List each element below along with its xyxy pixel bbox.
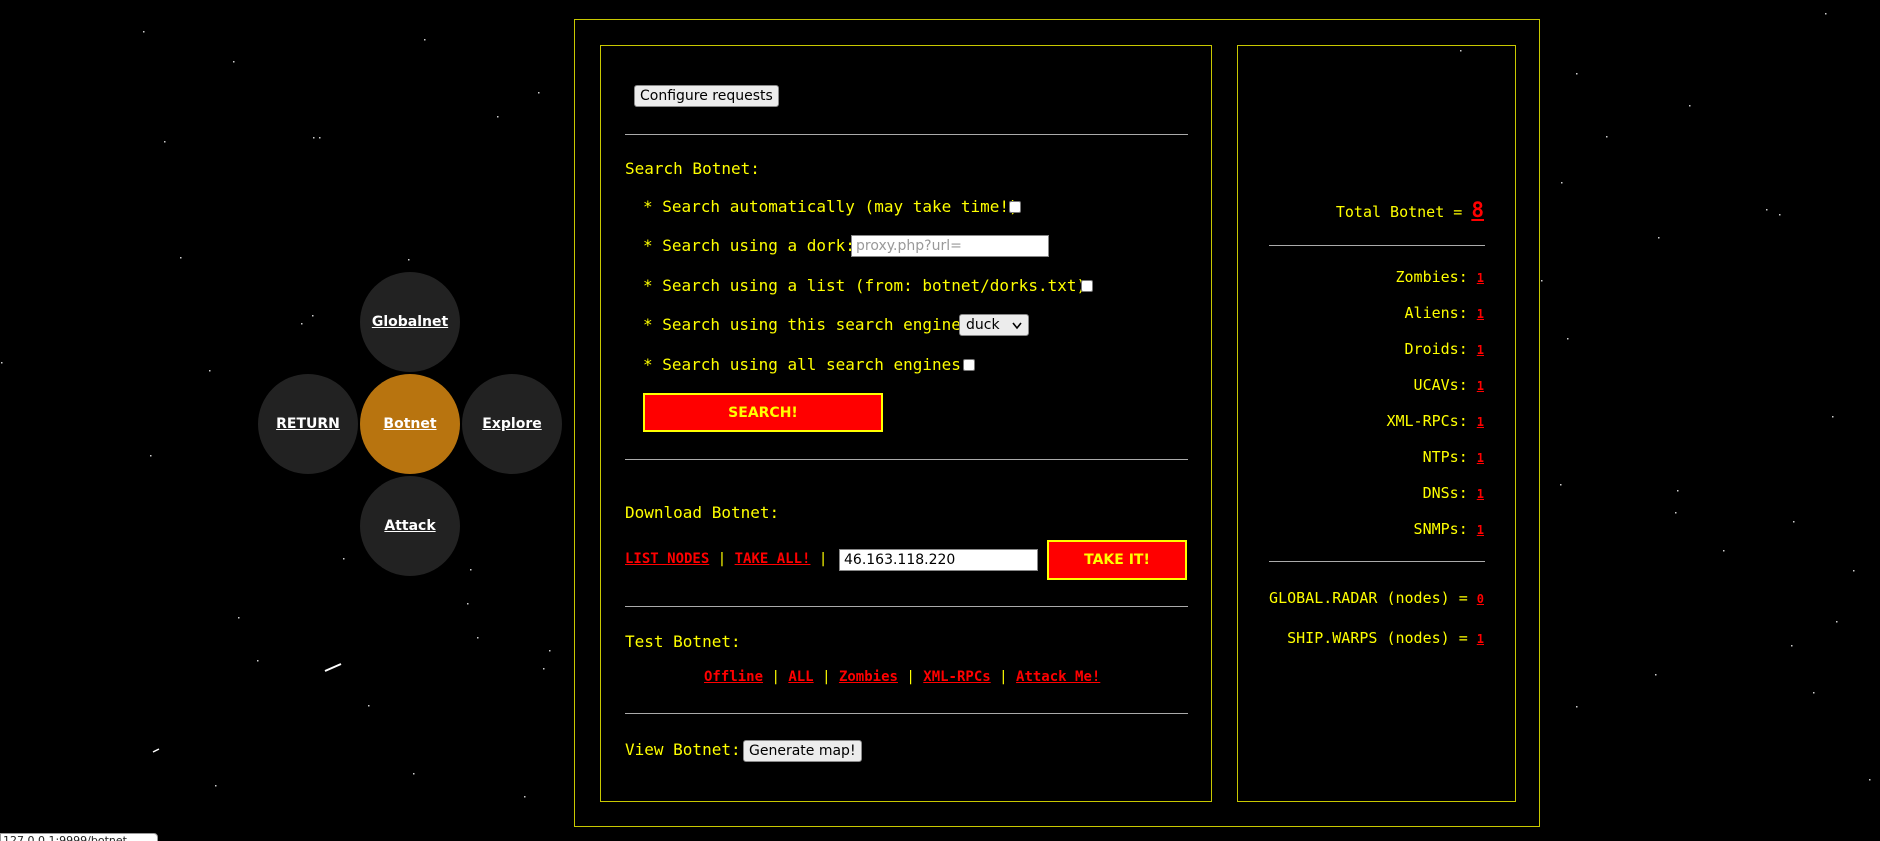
- separator: |: [822, 669, 831, 685]
- ship-warps: SHIP.WARPS (nodes) = 1: [1287, 629, 1484, 647]
- search-heading: Search Botnet:: [625, 159, 760, 178]
- global-radar-label: GLOBAL.RADAR (nodes) =: [1269, 589, 1468, 607]
- search-list-label: * Search using a list (from: botnet/dork…: [643, 276, 1096, 295]
- page: Globalnet RETURN Botnet Explore Attack C…: [0, 0, 1880, 841]
- nav-return[interactable]: RETURN: [258, 374, 358, 474]
- test-zombies-link[interactable]: Zombies: [839, 669, 898, 685]
- stat-label: XML-RPCs:: [1386, 412, 1468, 430]
- separator: |: [771, 669, 780, 685]
- download-links: LIST NODES | TAKE ALL! |: [625, 551, 827, 567]
- ship-warps-label: SHIP.WARPS (nodes) =: [1287, 629, 1468, 647]
- stat-value[interactable]: 1: [1477, 487, 1484, 501]
- separator: |: [818, 551, 828, 567]
- search-button[interactable]: SEARCH!: [643, 393, 883, 432]
- stat-xmlrpcs: XML-RPCs: 1: [1386, 412, 1484, 430]
- test-offline-link[interactable]: Offline: [704, 669, 763, 685]
- stat-snmps: SNMPs: 1: [1414, 520, 1484, 538]
- stat-dnss: DNSs: 1: [1423, 484, 1484, 502]
- nav-explore[interactable]: Explore: [462, 374, 562, 474]
- stat-value[interactable]: 1: [1477, 379, 1484, 393]
- status-bar-url: 127.0.0.1:9999/botnet: [0, 833, 158, 841]
- stat-value[interactable]: 1: [1477, 343, 1484, 357]
- search-list-checkbox[interactable]: [1081, 280, 1093, 292]
- stat-ucavs: UCAVs: 1: [1414, 376, 1484, 394]
- stat-value[interactable]: 1: [1477, 451, 1484, 465]
- global-radar: GLOBAL.RADAR (nodes) = 0: [1269, 589, 1484, 607]
- search-all-engines-checkbox[interactable]: [963, 359, 975, 371]
- search-engine-label: * Search using this search engine:: [643, 315, 971, 334]
- divider: [1269, 245, 1485, 246]
- search-engine-value: duck: [966, 317, 1000, 333]
- total-botnet: Total Botnet = 8: [1336, 198, 1484, 222]
- nav-globalnet[interactable]: Globalnet: [360, 272, 460, 372]
- stat-label: NTPs:: [1422, 448, 1468, 466]
- test-all-link[interactable]: ALL: [788, 669, 813, 685]
- stat-label: Zombies:: [1395, 268, 1468, 286]
- test-xmlrpcs-link[interactable]: XML-RPCs: [923, 669, 990, 685]
- ship-warps-value[interactable]: 1: [1477, 632, 1484, 646]
- search-dork-label: * Search using a dork:: [643, 236, 855, 255]
- separator: |: [999, 669, 1008, 685]
- test-links: Offline | ALL | Zombies | XML-RPCs | Att…: [704, 669, 1100, 685]
- search-all-engines-label: * Search using all search engines:: [643, 355, 971, 374]
- divider: [625, 713, 1188, 714]
- stat-value[interactable]: 1: [1477, 271, 1484, 285]
- search-auto-checkbox[interactable]: [1009, 201, 1021, 213]
- separator: |: [906, 669, 915, 685]
- download-heading: Download Botnet:: [625, 503, 780, 522]
- ip-input[interactable]: [839, 549, 1038, 571]
- stat-label: Droids:: [1404, 340, 1468, 358]
- test-heading: Test Botnet:: [625, 632, 741, 651]
- stat-ntps: NTPs: 1: [1423, 448, 1484, 466]
- test-attack-me-link[interactable]: Attack Me!: [1016, 669, 1100, 685]
- total-botnet-value[interactable]: 8: [1471, 198, 1484, 222]
- stat-label: DNSs:: [1422, 484, 1468, 502]
- generate-map-button[interactable]: Generate map!: [743, 740, 862, 762]
- stat-label: UCAVs:: [1413, 376, 1468, 394]
- nav-botnet[interactable]: Botnet: [360, 374, 460, 474]
- stat-label: SNMPs:: [1413, 520, 1468, 538]
- search-auto-label: * Search automatically (may take time!): [643, 197, 1019, 216]
- search-engine-select[interactable]: duck: [959, 314, 1029, 336]
- view-heading: View Botnet:: [625, 740, 741, 759]
- stat-zombies: Zombies: 1: [1395, 268, 1484, 286]
- stat-value[interactable]: 1: [1477, 415, 1484, 429]
- divider: [625, 606, 1188, 607]
- divider: [1269, 561, 1485, 562]
- stat-droids: Droids: 1: [1405, 340, 1484, 358]
- divider: [625, 459, 1188, 460]
- stat-label: Aliens:: [1404, 304, 1468, 322]
- separator: |: [717, 551, 727, 567]
- list-nodes-link[interactable]: LIST NODES: [625, 551, 709, 567]
- global-radar-value[interactable]: 0: [1477, 592, 1484, 606]
- configure-requests-button[interactable]: Configure requests: [634, 85, 779, 107]
- take-all-link[interactable]: TAKE ALL!: [735, 551, 811, 567]
- stat-value[interactable]: 1: [1477, 523, 1484, 537]
- stat-value[interactable]: 1: [1477, 307, 1484, 321]
- take-it-button[interactable]: TAKE IT!: [1047, 540, 1187, 580]
- total-botnet-label: Total Botnet =: [1335, 203, 1463, 221]
- stat-aliens: Aliens: 1: [1405, 304, 1484, 322]
- chevron-down-icon: [1012, 322, 1022, 330]
- nav-attack[interactable]: Attack: [360, 476, 460, 576]
- dork-input[interactable]: [851, 235, 1049, 257]
- divider: [625, 134, 1188, 135]
